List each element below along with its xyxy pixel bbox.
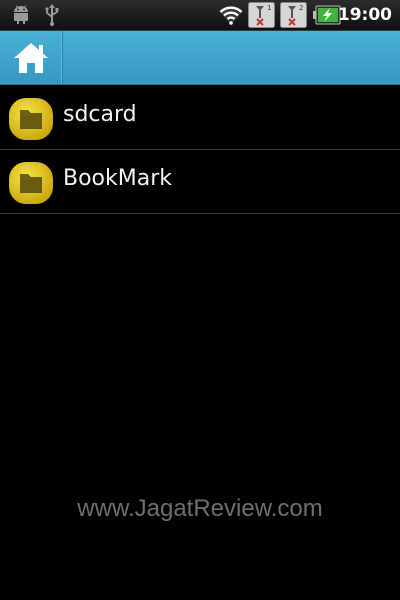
status-time: 19:00 xyxy=(337,5,392,25)
folder-icon xyxy=(8,161,54,209)
list-item[interactable]: BookMark xyxy=(0,150,400,214)
list-item-label: BookMark xyxy=(63,166,173,191)
title-bar xyxy=(0,31,400,85)
usb-icon xyxy=(44,4,60,30)
svg-text:2: 2 xyxy=(299,4,303,12)
svg-text:1: 1 xyxy=(267,4,271,12)
folder-icon xyxy=(8,97,54,145)
watermark: www.JagatReview.com xyxy=(77,495,323,522)
battery-charging-icon xyxy=(313,5,341,29)
sim-1-no-signal-icon: 1 xyxy=(248,2,275,32)
list-item[interactable]: sdcard xyxy=(0,86,400,150)
list-item-label: sdcard xyxy=(63,102,137,127)
android-debug-icon xyxy=(12,5,30,29)
file-list: sdcard BookMark xyxy=(0,86,400,214)
home-icon xyxy=(14,43,48,73)
status-bar: 1 2 19:00 xyxy=(0,0,400,31)
home-button[interactable] xyxy=(0,31,62,84)
sim-2-no-signal-icon: 2 xyxy=(280,2,307,32)
wifi-icon xyxy=(218,4,244,30)
